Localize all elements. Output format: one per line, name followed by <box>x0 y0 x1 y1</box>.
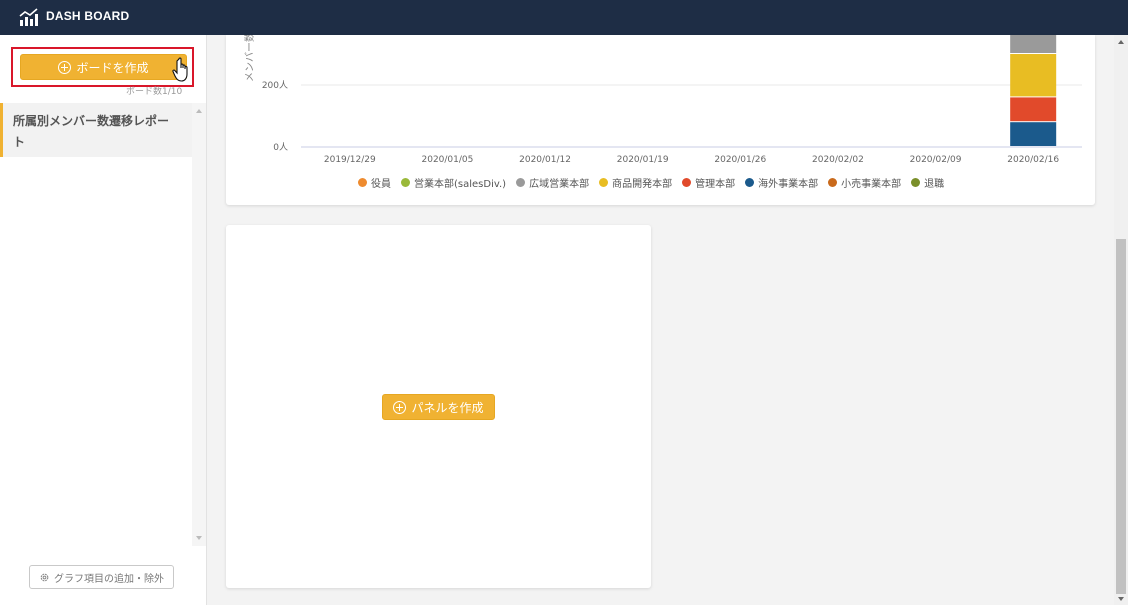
x-tick-label: 2020/01/12 <box>519 155 571 165</box>
legend-item[interactable]: 管理本部 <box>682 175 735 190</box>
bar-segment <box>1010 54 1057 97</box>
legend-dot-icon <box>516 178 526 187</box>
create-board-label: ボードを作成 <box>76 60 149 75</box>
legend-label: 広域営業本部 <box>529 179 590 190</box>
x-tick-label: 2019/12/29 <box>324 155 376 165</box>
scroll-down-icon[interactable] <box>1118 597 1124 601</box>
legend-label: 退職 <box>924 179 945 190</box>
sidebar-scrollbar[interactable] <box>192 103 206 546</box>
main-scrollbar[interactable] <box>1114 35 1128 605</box>
chart-legend: 役員 営業本部(salesDiv.) 広域営業本部 商品開発本部 管理本部 海外事業本部 小… <box>358 175 944 190</box>
x-tick-label: 2020/01/19 <box>617 155 669 165</box>
scroll-down-icon[interactable] <box>196 536 202 540</box>
chart-bar-line-icon <box>19 8 38 26</box>
top-bar: DASH BOARD <box>0 0 1128 35</box>
x-tick-label: 2020/01/05 <box>422 155 474 165</box>
y-tick-label: 200人 <box>262 80 288 91</box>
sidebar: ボードを作成 ボード数1/10 所属別メンバー数遷移レポート グラフ項目の追加・… <box>0 35 207 605</box>
board-count: ボード数1/10 <box>126 87 183 97</box>
bar-segment <box>1010 122 1057 146</box>
x-tick-label: 2020/02/02 <box>812 155 864 165</box>
empty-panel: パネルを作成 <box>226 225 651 588</box>
legend-label: 役員 <box>371 179 391 190</box>
legend-item[interactable]: 商品開発本部 <box>599 175 672 190</box>
legend-dot-icon <box>828 178 838 187</box>
y-axis-label: メンバー数 <box>243 35 256 82</box>
legend-label: 海外事業本部 <box>758 179 819 190</box>
graph-settings-button[interactable]: グラフ項目の追加・除外 <box>29 565 174 589</box>
sidebar-item-label: 所属別メンバー数遷移レポート <box>13 114 170 149</box>
plus-circle-icon <box>58 60 72 74</box>
hand-cursor-icon <box>172 57 188 82</box>
legend-dot-icon <box>358 178 367 187</box>
x-tick-label: 2020/02/09 <box>910 155 962 165</box>
legend-dot-icon <box>401 178 410 187</box>
chart-panel: 0人 200人 メンバー数 2019/12/29 2020/01/05 2020/01/1… <box>226 35 1095 205</box>
gear-icon <box>40 573 49 581</box>
legend-label: 管理本部 <box>695 179 736 190</box>
scroll-up-icon[interactable] <box>1118 40 1124 44</box>
legend-dot-icon <box>911 178 921 187</box>
plus-circle-icon <box>393 400 407 414</box>
y-tick-label: 0人 <box>273 142 288 153</box>
bar-segment <box>1010 97 1057 122</box>
scrollbar-thumb[interactable] <box>1116 239 1126 594</box>
legend-item[interactable]: 海外事業本部 <box>745 175 818 190</box>
legend-item[interactable]: 退職 <box>911 175 944 190</box>
legend-item[interactable]: 小売事業本部 <box>828 175 901 190</box>
legend-item[interactable]: 役員 <box>358 175 391 190</box>
x-tick-label: 2020/01/26 <box>714 155 766 165</box>
legend-dot-icon <box>682 178 692 187</box>
scroll-up-icon[interactable] <box>196 109 202 113</box>
create-panel-button[interactable]: パネルを作成 <box>382 394 495 420</box>
legend-item[interactable]: 営業本部(salesDiv.) <box>401 175 506 190</box>
app-title: DASH BOARD <box>46 9 130 23</box>
legend-dot-icon <box>745 178 755 187</box>
create-board-button[interactable]: ボードを作成 <box>20 54 187 80</box>
graph-settings-label: グラフ項目の追加・除外 <box>54 573 164 585</box>
legend-label: 小売事業本部 <box>841 179 902 190</box>
legend-label: 営業本部(salesDiv.) <box>414 179 507 190</box>
stacked-bar-chart: 0人 200人メンバー数 2019/12/29 2020/01/05 2020/01/1… <box>243 35 1082 165</box>
legend-item[interactable]: 広域営業本部 <box>516 175 589 190</box>
bar-segment <box>1010 35 1057 53</box>
x-tick-label: 2020/02/16 <box>1007 155 1059 165</box>
legend-label: 商品開発本部 <box>612 179 673 190</box>
legend-dot-icon <box>599 178 609 187</box>
sidebar-item-board[interactable]: 所属別メンバー数遷移レポート <box>0 103 192 157</box>
create-panel-label: パネルを作成 <box>411 400 484 415</box>
